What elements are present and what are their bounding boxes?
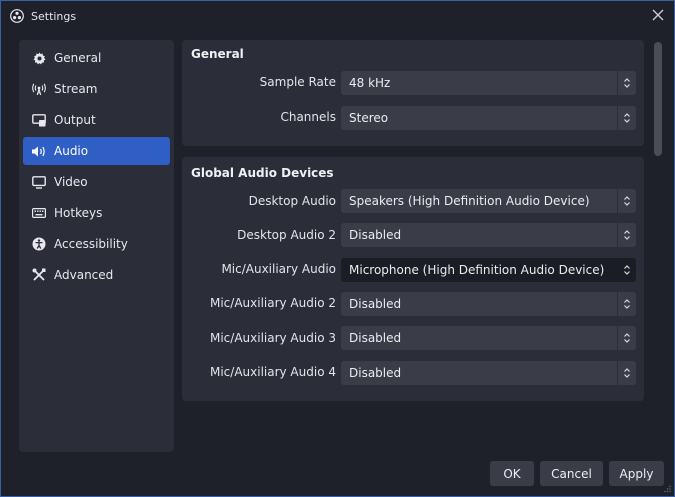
mic-aux-audio-2-label: Mic/Auxiliary Audio 2 bbox=[209, 296, 336, 310]
channels-label: Channels bbox=[280, 110, 336, 124]
mic-aux-audio-2-select[interactable]: Disabled bbox=[341, 292, 636, 316]
channels-value: Stereo bbox=[349, 111, 389, 125]
keyboard-icon bbox=[31, 205, 47, 221]
close-icon bbox=[652, 9, 664, 21]
settings-sidebar: General Stream Output Audio Video Hotkey… bbox=[19, 40, 174, 452]
chevron-up-down-icon bbox=[617, 106, 636, 130]
desktop-audio-value: Speakers (High Definition Audio Device) bbox=[349, 194, 590, 208]
gear-icon bbox=[31, 50, 47, 66]
mic-aux-audio-value: Microphone (High Definition Audio Device… bbox=[349, 263, 605, 277]
sidebar-item-label: Hotkeys bbox=[54, 206, 103, 220]
sample-rate-label: Sample Rate bbox=[259, 75, 336, 89]
window-title: Settings bbox=[31, 10, 77, 23]
mic-aux-audio-2-value: Disabled bbox=[349, 297, 402, 311]
broadcast-icon bbox=[31, 81, 47, 97]
chevron-up-down-icon bbox=[617, 361, 636, 385]
sidebar-item-advanced[interactable]: Advanced bbox=[23, 261, 170, 289]
sidebar-item-stream[interactable]: Stream bbox=[23, 75, 170, 103]
scrollbar-thumb[interactable] bbox=[654, 42, 662, 156]
sidebar-item-accessibility[interactable]: Accessibility bbox=[23, 230, 170, 258]
sidebar-item-audio[interactable]: Audio bbox=[23, 137, 170, 165]
tools-icon bbox=[31, 267, 47, 283]
accessibility-icon bbox=[31, 236, 47, 252]
mic-aux-audio-4-value: Disabled bbox=[349, 366, 402, 380]
sidebar-item-label: Advanced bbox=[54, 268, 114, 282]
mic-aux-audio-label: Mic/Auxiliary Audio bbox=[221, 262, 336, 276]
cancel-button[interactable]: Cancel bbox=[540, 461, 603, 486]
chevron-up-down-icon bbox=[617, 258, 636, 282]
sidebar-item-label: General bbox=[54, 51, 102, 65]
monitor-icon bbox=[31, 174, 47, 190]
desktop-audio-2-select[interactable]: Disabled bbox=[341, 223, 636, 247]
title-bar: Settings bbox=[1, 1, 674, 31]
sidebar-item-label: Audio bbox=[54, 144, 89, 158]
desktop-audio-select[interactable]: Speakers (High Definition Audio Device) bbox=[341, 189, 636, 213]
resize-grip-icon[interactable] bbox=[663, 485, 671, 493]
chevron-up-down-icon bbox=[617, 326, 636, 350]
desktop-audio-2-value: Disabled bbox=[349, 228, 402, 242]
ok-button[interactable]: OK bbox=[490, 461, 534, 486]
apply-button[interactable]: Apply bbox=[609, 461, 664, 486]
speaker-icon bbox=[31, 143, 47, 159]
chevron-up-down-icon bbox=[617, 292, 636, 316]
sidebar-item-general[interactable]: General bbox=[23, 44, 170, 72]
sidebar-item-video[interactable]: Video bbox=[23, 168, 170, 196]
chevron-up-down-icon bbox=[617, 223, 636, 247]
obs-logo-icon bbox=[10, 9, 24, 23]
sidebar-item-label: Stream bbox=[54, 82, 98, 96]
mic-aux-audio-3-label: Mic/Auxiliary Audio 3 bbox=[209, 331, 336, 345]
settings-scrollbar[interactable] bbox=[653, 40, 663, 452]
sample-rate-select[interactable]: 48 kHz bbox=[341, 71, 636, 95]
chevron-up-down-icon bbox=[617, 189, 636, 213]
mic-aux-audio-4-select[interactable]: Disabled bbox=[341, 361, 636, 385]
close-button[interactable] bbox=[650, 7, 666, 23]
sidebar-item-label: Video bbox=[54, 175, 88, 189]
desktop-audio-2-label: Desktop Audio 2 bbox=[237, 228, 336, 242]
devices-group-title: Global Audio Devices bbox=[191, 166, 334, 180]
channels-select[interactable]: Stereo bbox=[341, 106, 636, 130]
general-group: General Sample Rate 48 kHz Channels Ster… bbox=[182, 40, 644, 146]
chevron-up-down-icon bbox=[617, 71, 636, 95]
mic-aux-audio-3-value: Disabled bbox=[349, 331, 402, 345]
sidebar-item-output[interactable]: Output bbox=[23, 106, 170, 134]
mic-aux-audio-select[interactable]: Microphone (High Definition Audio Device… bbox=[341, 258, 636, 282]
sample-rate-value: 48 kHz bbox=[349, 76, 391, 90]
general-group-title: General bbox=[191, 47, 244, 61]
settings-window: Settings General Stream Output Audio Vid… bbox=[0, 0, 675, 497]
sidebar-item-label: Accessibility bbox=[54, 237, 128, 251]
mic-aux-audio-4-label: Mic/Auxiliary Audio 4 bbox=[209, 365, 336, 379]
sidebar-item-hotkeys[interactable]: Hotkeys bbox=[23, 199, 170, 227]
global-audio-devices-group: Global Audio Devices Desktop Audio Speak… bbox=[182, 157, 644, 401]
mic-aux-audio-3-select[interactable]: Disabled bbox=[341, 326, 636, 350]
output-icon bbox=[31, 112, 47, 128]
desktop-audio-label: Desktop Audio bbox=[248, 194, 336, 208]
sidebar-item-label: Output bbox=[54, 113, 96, 127]
